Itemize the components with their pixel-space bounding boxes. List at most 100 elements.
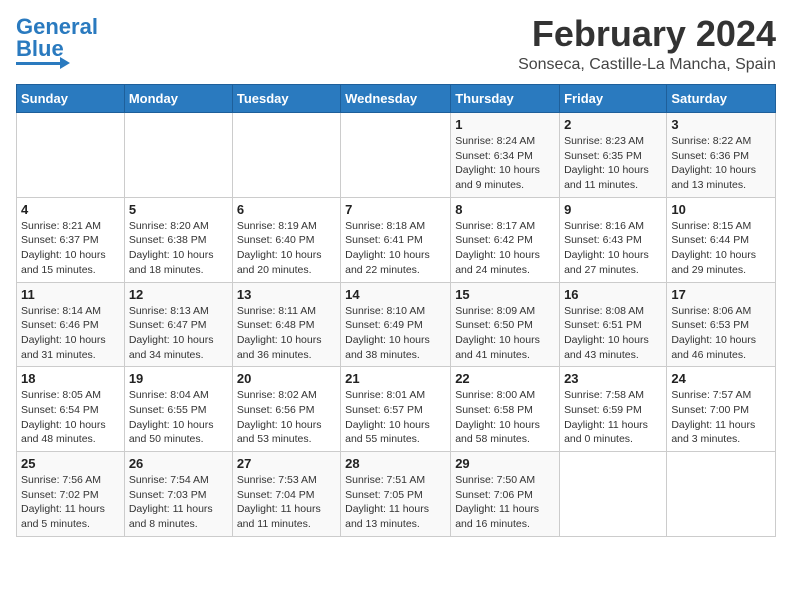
day-number: 10 (671, 202, 771, 217)
calendar-cell: 15 Sunrise: 8:09 AMSunset: 6:50 PMDayligh… (451, 282, 560, 367)
calendar-cell: 12 Sunrise: 8:13 AMSunset: 6:47 PMDayligh… (124, 282, 232, 367)
day-number: 14 (345, 287, 446, 302)
day-number: 1 (455, 117, 555, 132)
title-area: February 2024 Sonseca, Castille-La Manch… (518, 16, 776, 74)
page-header: General Blue February 2024 Sonseca, Cast… (16, 16, 776, 74)
calendar-cell: 24 Sunrise: 7:57 AMSunset: 7:00 PMDayligh… (667, 367, 776, 452)
calendar-week-row: 11Sunrise: 8:14 AMSunset: 6:46 PMDayligh… (17, 282, 776, 367)
calendar-cell: 10 Sunrise: 8:15 AMSunset: 6:44 PMDayligh… (667, 197, 776, 282)
day-info: Sunrise: 8:20 AMSunset: 6:38 PMDaylight:… (129, 219, 228, 278)
day-number: 15 (455, 287, 555, 302)
day-info: Sunrise: 8:08 AMSunset: 6:51 PMDaylight:… (564, 304, 662, 363)
day-number: 8 (455, 202, 555, 217)
calendar-cell: 9Sunrise: 8:16 AMSunset: 6:43 PMDaylight… (560, 197, 667, 282)
day-info: Sunrise: 8:22 AMSunset: 6:36 PMDaylight:… (671, 134, 771, 193)
weekday-header-thursday: Thursday (451, 85, 560, 113)
calendar-cell: 29 Sunrise: 7:50 AMSunset: 7:06 PMDayligh… (451, 452, 560, 537)
calendar-cell: 5 Sunrise: 8:20 AMSunset: 6:38 PMDaylight… (124, 197, 232, 282)
calendar-cell: 3 Sunrise: 8:22 AMSunset: 6:36 PMDaylight… (667, 113, 776, 198)
day-info: Sunrise: 7:50 AMSunset: 7:06 PMDaylight:… (455, 473, 555, 532)
calendar-cell: 19 Sunrise: 8:04 AMSunset: 6:55 PMDayligh… (124, 367, 232, 452)
day-info: Sunrise: 8:14 AMSunset: 6:46 PMDaylight:… (21, 304, 120, 363)
day-info: Sunrise: 7:57 AMSunset: 7:00 PMDaylight:… (671, 388, 771, 447)
day-info: Sunrise: 8:24 AMSunset: 6:34 PMDaylight:… (455, 134, 555, 193)
day-number: 4 (21, 202, 120, 217)
day-info: Sunrise: 8:09 AMSunset: 6:50 PMDaylight:… (455, 304, 555, 363)
calendar-week-row: 25 Sunrise: 7:56 AMSunset: 7:02 PMDayligh… (17, 452, 776, 537)
location-title: Sonseca, Castille-La Mancha, Spain (518, 56, 776, 74)
calendar-cell (124, 113, 232, 198)
weekday-header-friday: Friday (560, 85, 667, 113)
day-number: 12 (129, 287, 228, 302)
day-info: Sunrise: 8:10 AMSunset: 6:49 PMDaylight:… (345, 304, 446, 363)
calendar-cell: 20 Sunrise: 8:02 AMSunset: 6:56 PMDayligh… (232, 367, 340, 452)
day-info: Sunrise: 8:01 AMSunset: 6:57 PMDaylight:… (345, 388, 446, 447)
weekday-header-tuesday: Tuesday (232, 85, 340, 113)
day-number: 17 (671, 287, 771, 302)
calendar-cell: 6 Sunrise: 8:19 AMSunset: 6:40 PMDaylight… (232, 197, 340, 282)
calendar-table: SundayMondayTuesdayWednesdayThursdayFrid… (16, 84, 776, 537)
day-number: 29 (455, 456, 555, 471)
day-number: 2 (564, 117, 662, 132)
calendar-cell: 16 Sunrise: 8:08 AMSunset: 6:51 PMDayligh… (560, 282, 667, 367)
day-number: 23 (564, 371, 662, 386)
day-number: 5 (129, 202, 228, 217)
day-number: 16 (564, 287, 662, 302)
day-info: Sunrise: 8:00 AMSunset: 6:58 PMDaylight:… (455, 388, 555, 447)
calendar-cell: 22 Sunrise: 8:00 AMSunset: 6:58 PMDayligh… (451, 367, 560, 452)
day-number: 19 (129, 371, 228, 386)
day-info: Sunrise: 7:56 AMSunset: 7:02 PMDaylight:… (21, 473, 120, 532)
day-info: Sunrise: 8:21 AMSunset: 6:37 PMDaylight:… (21, 219, 120, 278)
day-info: Sunrise: 8:11 AMSunset: 6:48 PMDaylight:… (237, 304, 336, 363)
day-number: 7 (345, 202, 446, 217)
day-info: Sunrise: 8:19 AMSunset: 6:40 PMDaylight:… (237, 219, 336, 278)
calendar-cell: 2Sunrise: 8:23 AMSunset: 6:35 PMDaylight… (560, 113, 667, 198)
calendar-cell: 25 Sunrise: 7:56 AMSunset: 7:02 PMDayligh… (17, 452, 125, 537)
day-number: 9 (564, 202, 662, 217)
calendar-cell: 17 Sunrise: 8:06 AMSunset: 6:53 PMDayligh… (667, 282, 776, 367)
weekday-header-sunday: Sunday (17, 85, 125, 113)
calendar-week-row: 1 Sunrise: 8:24 AMSunset: 6:34 PMDaylight… (17, 113, 776, 198)
calendar-week-row: 4 Sunrise: 8:21 AMSunset: 6:37 PMDaylight… (17, 197, 776, 282)
logo: General Blue (16, 16, 98, 69)
calendar-cell (17, 113, 125, 198)
day-info: Sunrise: 8:15 AMSunset: 6:44 PMDaylight:… (671, 219, 771, 278)
day-info: Sunrise: 8:17 AMSunset: 6:42 PMDaylight:… (455, 219, 555, 278)
month-title: February 2024 (518, 16, 776, 52)
day-number: 25 (21, 456, 120, 471)
day-info: Sunrise: 7:53 AMSunset: 7:04 PMDaylight:… (237, 473, 336, 532)
calendar-cell: 26 Sunrise: 7:54 AMSunset: 7:03 PMDayligh… (124, 452, 232, 537)
calendar-cell: 8 Sunrise: 8:17 AMSunset: 6:42 PMDaylight… (451, 197, 560, 282)
day-number: 3 (671, 117, 771, 132)
calendar-cell: 28 Sunrise: 7:51 AMSunset: 7:05 PMDayligh… (341, 452, 451, 537)
day-number: 21 (345, 371, 446, 386)
weekday-header-monday: Monday (124, 85, 232, 113)
calendar-cell: 13Sunrise: 8:11 AMSunset: 6:48 PMDayligh… (232, 282, 340, 367)
calendar-cell (667, 452, 776, 537)
calendar-cell: 11Sunrise: 8:14 AMSunset: 6:46 PMDayligh… (17, 282, 125, 367)
day-number: 20 (237, 371, 336, 386)
day-number: 28 (345, 456, 446, 471)
calendar-cell: 18Sunrise: 8:05 AMSunset: 6:54 PMDayligh… (17, 367, 125, 452)
day-info: Sunrise: 8:06 AMSunset: 6:53 PMDaylight:… (671, 304, 771, 363)
logo-text: General Blue (16, 16, 98, 60)
calendar-cell: 4 Sunrise: 8:21 AMSunset: 6:37 PMDaylight… (17, 197, 125, 282)
weekday-header-wednesday: Wednesday (341, 85, 451, 113)
calendar-cell: 23 Sunrise: 7:58 AMSunset: 6:59 PMDayligh… (560, 367, 667, 452)
day-info: Sunrise: 7:54 AMSunset: 7:03 PMDaylight:… (129, 473, 228, 532)
day-number: 26 (129, 456, 228, 471)
calendar-cell: 14 Sunrise: 8:10 AMSunset: 6:49 PMDayligh… (341, 282, 451, 367)
calendar-cell: 27Sunrise: 7:53 AMSunset: 7:04 PMDayligh… (232, 452, 340, 537)
calendar-cell: 21 Sunrise: 8:01 AMSunset: 6:57 PMDayligh… (341, 367, 451, 452)
day-info: Sunrise: 7:51 AMSunset: 7:05 PMDaylight:… (345, 473, 446, 532)
weekday-header-row: SundayMondayTuesdayWednesdayThursdayFrid… (17, 85, 776, 113)
day-info: Sunrise: 8:13 AMSunset: 6:47 PMDaylight:… (129, 304, 228, 363)
day-number: 24 (671, 371, 771, 386)
day-info: Sunrise: 8:04 AMSunset: 6:55 PMDaylight:… (129, 388, 228, 447)
calendar-cell: 1 Sunrise: 8:24 AMSunset: 6:34 PMDaylight… (451, 113, 560, 198)
day-info: Sunrise: 8:02 AMSunset: 6:56 PMDaylight:… (237, 388, 336, 447)
day-number: 6 (237, 202, 336, 217)
day-number: 18 (21, 371, 120, 386)
day-info: Sunrise: 7:58 AMSunset: 6:59 PMDaylight:… (564, 388, 662, 447)
day-number: 22 (455, 371, 555, 386)
